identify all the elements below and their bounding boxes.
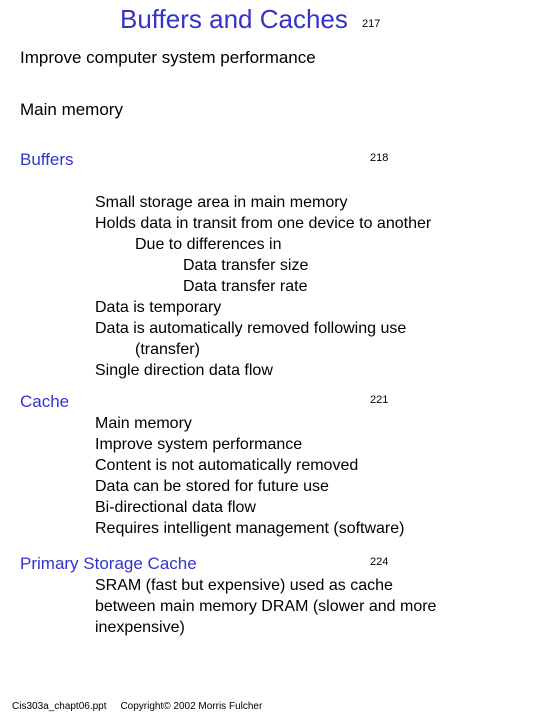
body-line: Data is automatically removed following … bbox=[95, 318, 431, 339]
primary-storage-cache-heading: Primary Storage Cache bbox=[20, 554, 197, 574]
footer: Cis303a_chapt06.ppt Copyright© 2002 Morr… bbox=[12, 701, 262, 712]
page-ref-224: 224 bbox=[370, 556, 388, 568]
body-line: Single direction data flow bbox=[95, 360, 431, 381]
body-line: Small storage area in main memory bbox=[95, 192, 431, 213]
page-ref-221: 221 bbox=[370, 394, 388, 406]
body-line: Data can be stored for future use bbox=[95, 476, 404, 497]
psc-body: SRAM (fast but expensive) used as cache … bbox=[95, 575, 436, 638]
body-line: Improve system performance bbox=[95, 434, 404, 455]
body-line: Bi-directional data flow bbox=[95, 497, 404, 518]
body-line: between main memory DRAM (slower and mor… bbox=[95, 596, 436, 617]
footer-file: Cis303a_chapt06.ppt bbox=[12, 701, 107, 712]
body-line: Main memory bbox=[95, 413, 404, 434]
buffers-heading: Buffers bbox=[20, 150, 74, 170]
body-line: Requires intelligent management (softwar… bbox=[95, 518, 404, 539]
body-line: (transfer) bbox=[135, 339, 431, 360]
cache-body: Main memory Improve system performance C… bbox=[95, 413, 404, 539]
subtitle: Improve computer system performance bbox=[20, 48, 316, 68]
body-line: Data transfer size bbox=[183, 255, 431, 276]
body-line: SRAM (fast but expensive) used as cache bbox=[95, 575, 436, 596]
body-line: Data is temporary bbox=[95, 297, 431, 318]
body-line: inexpensive) bbox=[95, 617, 436, 638]
page-ref-217: 217 bbox=[362, 18, 380, 30]
buffers-body: Small storage area in main memory Holds … bbox=[95, 192, 431, 381]
page-ref-218: 218 bbox=[370, 152, 388, 164]
body-line: Holds data in transit from one device to… bbox=[95, 213, 431, 234]
slide: Buffers and Caches 217 Improve computer … bbox=[0, 0, 540, 720]
body-line: Content is not automatically removed bbox=[95, 455, 404, 476]
body-line: Data transfer rate bbox=[183, 276, 431, 297]
main-memory-label: Main memory bbox=[20, 100, 123, 120]
body-line: Due to differences in bbox=[135, 234, 431, 255]
slide-title: Buffers and Caches bbox=[120, 4, 348, 35]
cache-heading: Cache bbox=[20, 392, 69, 412]
footer-copyright: Copyright© 2002 Morris Fulcher bbox=[120, 701, 262, 712]
